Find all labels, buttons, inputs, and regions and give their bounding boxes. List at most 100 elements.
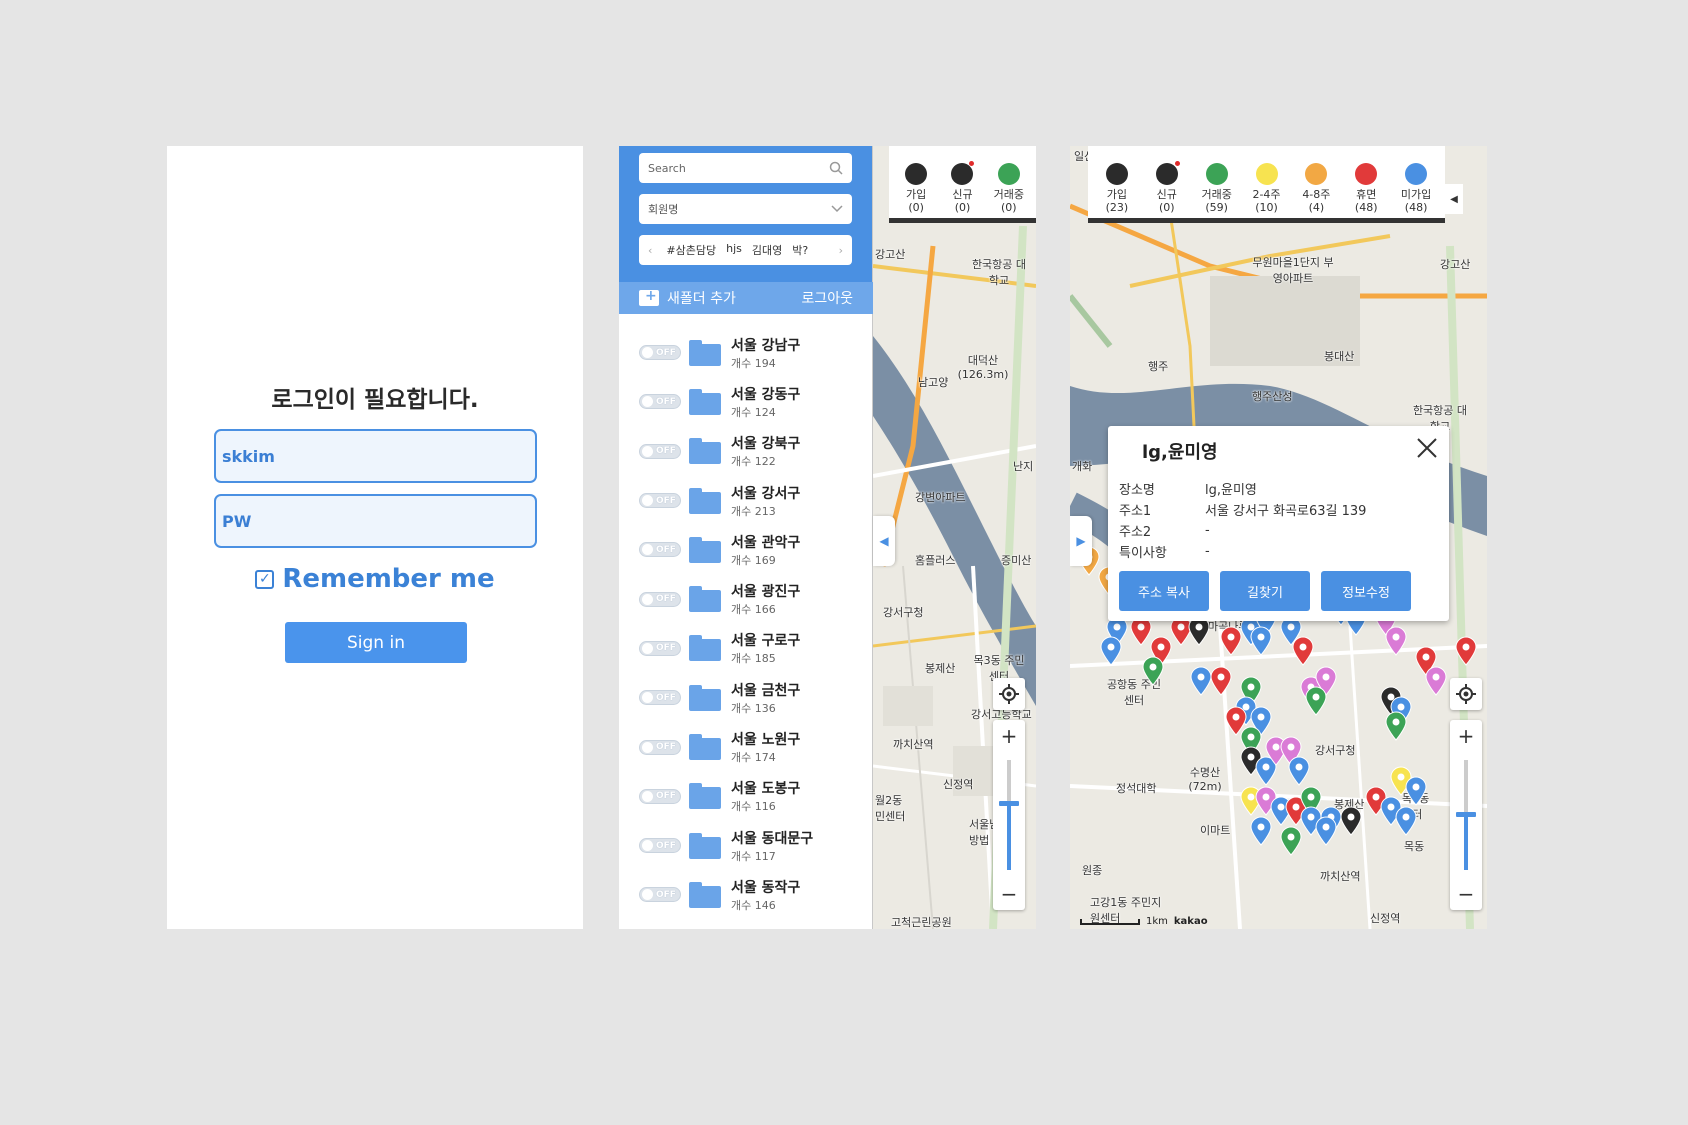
toggle-knob <box>642 741 653 753</box>
folder-toggle[interactable]: OFF <box>639 640 681 656</box>
map-marker-icon[interactable] <box>1142 656 1164 686</box>
folder-toggle[interactable]: OFF <box>639 591 681 607</box>
copy-address-button[interactable]: 주소 복사 <box>1119 571 1209 611</box>
my-location-button[interactable] <box>1450 678 1482 710</box>
map-marker-icon[interactable] <box>1220 626 1242 656</box>
folder-row[interactable]: OFF 서울 금천구 개수 136 <box>619 673 873 722</box>
folder-toggle[interactable]: OFF <box>639 493 681 509</box>
logout-button[interactable]: 로그아웃 <box>801 288 853 308</box>
collapse-sidebar-button[interactable]: ◀ <box>873 516 895 566</box>
legend-item-active[interactable]: 거래중 (0) <box>986 163 1032 214</box>
tag-item[interactable]: 김대영 <box>752 242 782 258</box>
zoom-out-button[interactable]: − <box>1450 878 1482 910</box>
folder-row[interactable]: OFF 서울 동대문구 개수 117 <box>619 821 873 870</box>
my-location-button[interactable] <box>993 678 1025 710</box>
zoom-slider-thumb[interactable] <box>1456 812 1476 818</box>
edit-info-button[interactable]: 정보수정 <box>1321 571 1411 611</box>
zoom-slider[interactable] <box>1456 760 1476 870</box>
tag-item[interactable]: hjs <box>726 242 742 258</box>
toggle-label: OFF <box>656 446 676 457</box>
folder-row[interactable]: OFF 서울 관악구 개수 169 <box>619 525 873 574</box>
tag-carousel: ‹ #삼촌담당 hjs 김대영 박? › <box>639 235 852 265</box>
folder-toggle[interactable]: OFF <box>639 443 681 459</box>
legend-item-2-4-weeks[interactable]: 2-4주 (10) <box>1242 163 1292 214</box>
folder-name: 서울 노원구 <box>731 732 801 749</box>
folder-row[interactable]: OFF 서울 동작구 개수 146 <box>619 870 873 919</box>
folder-toggle[interactable]: OFF <box>639 542 681 558</box>
new-folder-button[interactable]: 새폴더 추가 <box>639 288 736 308</box>
legend-toggle-button[interactable]: ◀ <box>1445 184 1463 214</box>
zoom-out-button[interactable]: − <box>993 878 1025 910</box>
map-marker-icon[interactable] <box>1250 626 1272 656</box>
close-icon[interactable] <box>1415 436 1439 460</box>
map-marker-icon[interactable] <box>1250 816 1272 846</box>
zoom-in-button[interactable]: + <box>1450 720 1482 752</box>
map-marker-icon[interactable] <box>1305 686 1327 716</box>
map-view[interactable]: 일산 강고산 무원마을1단지 부영아파트 행주 행주산성 봉대산 한국항공 대학… <box>1070 146 1487 929</box>
folder-row[interactable]: OFF 서울 강남구 개수 194 <box>619 328 873 377</box>
folder-toggle[interactable]: OFF <box>639 394 681 410</box>
chevron-right-icon[interactable]: › <box>839 244 843 257</box>
map-marker-icon[interactable] <box>1280 826 1302 856</box>
map-marker-icon[interactable] <box>1315 816 1337 846</box>
chevron-left-icon[interactable]: ‹ <box>648 244 652 257</box>
folder-row[interactable]: OFF 서울 강서구 개수 213 <box>619 476 873 525</box>
map-marker-icon[interactable] <box>1395 806 1417 836</box>
map-marker-icon[interactable] <box>1385 711 1407 741</box>
folder-toggle[interactable]: OFF <box>639 887 681 903</box>
legend-count: (10) <box>1255 201 1278 214</box>
folder-toggle[interactable]: OFF <box>639 838 681 854</box>
map-marker-icon[interactable] <box>1340 806 1362 836</box>
map-marker-icon[interactable] <box>1100 636 1122 666</box>
legend-item-join[interactable]: 가입 (0) <box>893 163 939 214</box>
map-marker-icon[interactable] <box>1385 626 1407 656</box>
map-marker-icon[interactable] <box>1210 666 1232 696</box>
toggle-knob <box>642 840 653 852</box>
id-field[interactable]: skkim <box>214 429 537 483</box>
password-field[interactable]: PW <box>214 494 537 548</box>
legend-item-join[interactable]: 가입 (23) <box>1092 163 1142 214</box>
folder-toggle[interactable]: OFF <box>639 690 681 706</box>
zoom-slider-thumb[interactable] <box>999 801 1019 807</box>
legend-item-unregistered[interactable]: 미가입 (48) <box>1391 163 1441 214</box>
map-view[interactable]: 강고산 한국항공 대학교 대덕산 (126.3m) 남고양 강변아파트 홈플러스… <box>873 146 1036 929</box>
map-label: 강고산 <box>1440 258 1471 271</box>
remember-me[interactable]: ✓ Remember me <box>167 564 583 594</box>
folder-toggle[interactable]: OFF <box>639 739 681 755</box>
legend-item-new[interactable]: 신규 (0) <box>1142 161 1192 214</box>
legend-item-4-8-weeks[interactable]: 4-8주 (4) <box>1291 163 1341 214</box>
search-input[interactable]: Search <box>648 162 829 175</box>
legend-item-active[interactable]: 거래중 (59) <box>1192 163 1242 214</box>
map-marker-icon[interactable] <box>1292 636 1314 666</box>
zoom-slider[interactable] <box>999 760 1019 870</box>
status-dot-icon <box>1355 163 1378 185</box>
checkbox-checked-icon[interactable]: ✓ <box>255 569 275 589</box>
tag-item[interactable]: 박? <box>792 242 808 258</box>
sign-in-button[interactable]: Sign in <box>285 622 467 663</box>
folder-row[interactable]: OFF 서울 광진구 개수 166 <box>619 574 873 623</box>
list-screen: 강고산 한국항공 대학교 대덕산 (126.3m) 남고양 강변아파트 홈플러스… <box>619 146 1036 929</box>
legend-item-dormant[interactable]: 휴면 (48) <box>1341 163 1391 214</box>
map-marker-icon[interactable] <box>1425 666 1447 696</box>
map-marker-icon[interactable] <box>1288 756 1310 786</box>
folder-row[interactable]: OFF 서울 강동구 개수 124 <box>619 377 873 426</box>
tag-item[interactable]: #삼촌담당 <box>666 242 716 258</box>
folder-toggle[interactable]: OFF <box>639 788 681 804</box>
folder-row[interactable]: OFF 서울 도봉구 개수 116 <box>619 772 873 821</box>
map-marker-icon[interactable] <box>1190 666 1212 696</box>
member-select[interactable]: 회원명 <box>639 194 852 224</box>
search-box[interactable]: Search <box>639 153 852 183</box>
folder-row[interactable]: OFF 서울 강북구 개수 122 <box>619 427 873 476</box>
legend-item-new[interactable]: 신규 (0) <box>939 161 985 214</box>
map-marker-icon[interactable] <box>1405 776 1427 806</box>
directions-button[interactable]: 길찾기 <box>1220 571 1310 611</box>
field-key: 주소1 <box>1119 504 1152 519</box>
map-marker-icon[interactable] <box>1455 636 1477 666</box>
folder-row[interactable]: OFF 서울 구로구 개수 185 <box>619 624 873 673</box>
place-info-popup: lg,윤미영 장소명 lg,윤미영 주소1 서울 강서구 화곡로63길 139 주소2 -… <box>1108 426 1449 621</box>
expand-sidebar-button[interactable]: ▶ <box>1070 516 1092 566</box>
folder-toggle[interactable]: OFF <box>639 345 681 361</box>
search-icon[interactable] <box>829 161 843 175</box>
folder-row[interactable]: OFF 서울 노원구 개수 174 <box>619 722 873 771</box>
zoom-in-button[interactable]: + <box>993 720 1025 752</box>
